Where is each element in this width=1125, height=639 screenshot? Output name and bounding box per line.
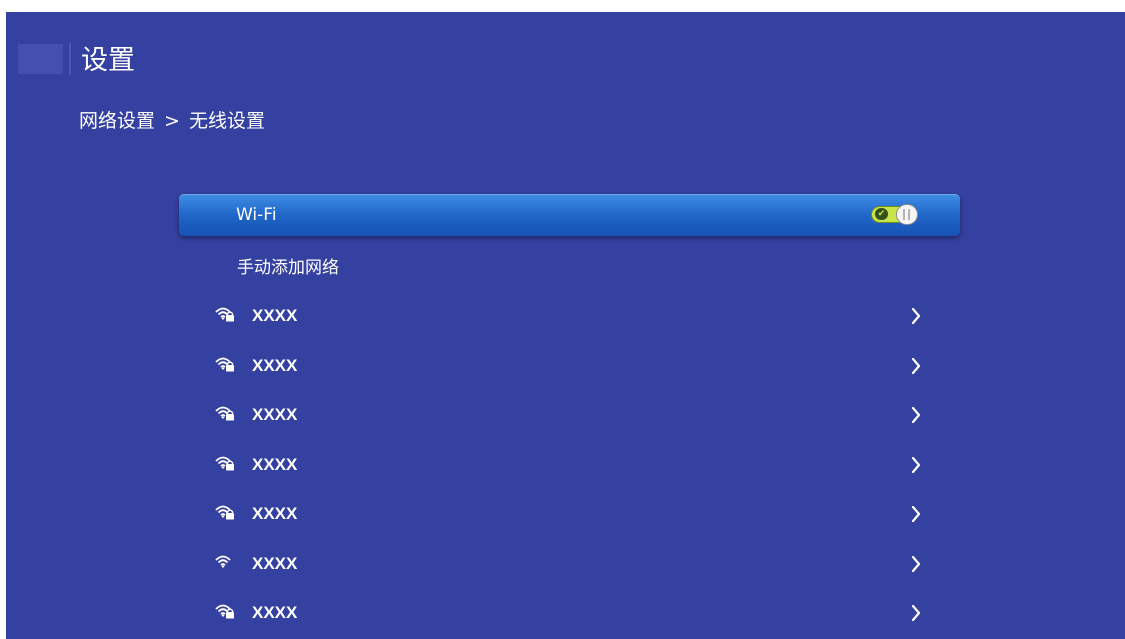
wifi-label: Wi-Fi	[236, 205, 277, 225]
network-row[interactable]: XXXX	[179, 346, 960, 386]
wifi-lock-icon	[215, 307, 234, 322]
breadcrumb-parent[interactable]: 网络设置	[79, 110, 155, 132]
network-name: XXXX	[252, 455, 298, 474]
logo	[18, 44, 63, 74]
network-row[interactable]: XXXX	[179, 593, 960, 633]
wifi-icon	[215, 555, 231, 568]
chevron-right-icon	[911, 555, 921, 573]
wifi-toggle-switch[interactable]: ✔	[871, 204, 918, 225]
wifi-lock-icon	[215, 604, 234, 619]
network-row[interactable]: XXXX	[179, 494, 960, 534]
page-title: 设置	[81, 45, 135, 76]
check-icon: ✔	[875, 208, 888, 220]
network-row[interactable]: XXXX	[179, 445, 960, 485]
chevron-right-icon	[911, 357, 921, 375]
network-name: XXXX	[252, 554, 298, 573]
wifi-lock-icon	[215, 505, 234, 520]
wifi-toggle-row[interactable]: Wi-Fi ✔	[179, 194, 960, 236]
chevron-right-icon	[911, 307, 921, 325]
title-divider	[69, 43, 71, 75]
network-name: XXXX	[252, 356, 298, 375]
network-row[interactable]: XXXX	[179, 544, 960, 584]
wifi-lock-icon	[215, 357, 234, 372]
breadcrumb-current: 无线设置	[188, 110, 265, 132]
network-row[interactable]: XXXX	[179, 296, 960, 336]
network-name: XXXX	[252, 306, 298, 325]
wifi-lock-icon	[215, 406, 234, 421]
toggle-knob-icon[interactable]	[896, 204, 918, 225]
manual-add-network-item[interactable]: 手动添加网络	[237, 257, 339, 279]
network-name: XXXX	[252, 603, 298, 622]
chevron-right-icon	[911, 406, 921, 424]
settings-screen: 设置 网络设置 > 无线设置 Wi-Fi ✔ 手动添加网络 XXXX XXXX XXXX…	[6, 12, 1125, 639]
breadcrumb: 网络设置 > 无线设置	[79, 109, 265, 133]
wifi-lock-icon	[215, 456, 234, 471]
breadcrumb-separator: >	[164, 110, 180, 132]
chevron-right-icon	[911, 604, 921, 622]
network-name: XXXX	[252, 504, 298, 523]
network-row[interactable]: XXXX	[179, 395, 960, 435]
chevron-right-icon	[911, 456, 921, 474]
network-name: XXXX	[252, 405, 298, 424]
chevron-right-icon	[911, 505, 921, 523]
